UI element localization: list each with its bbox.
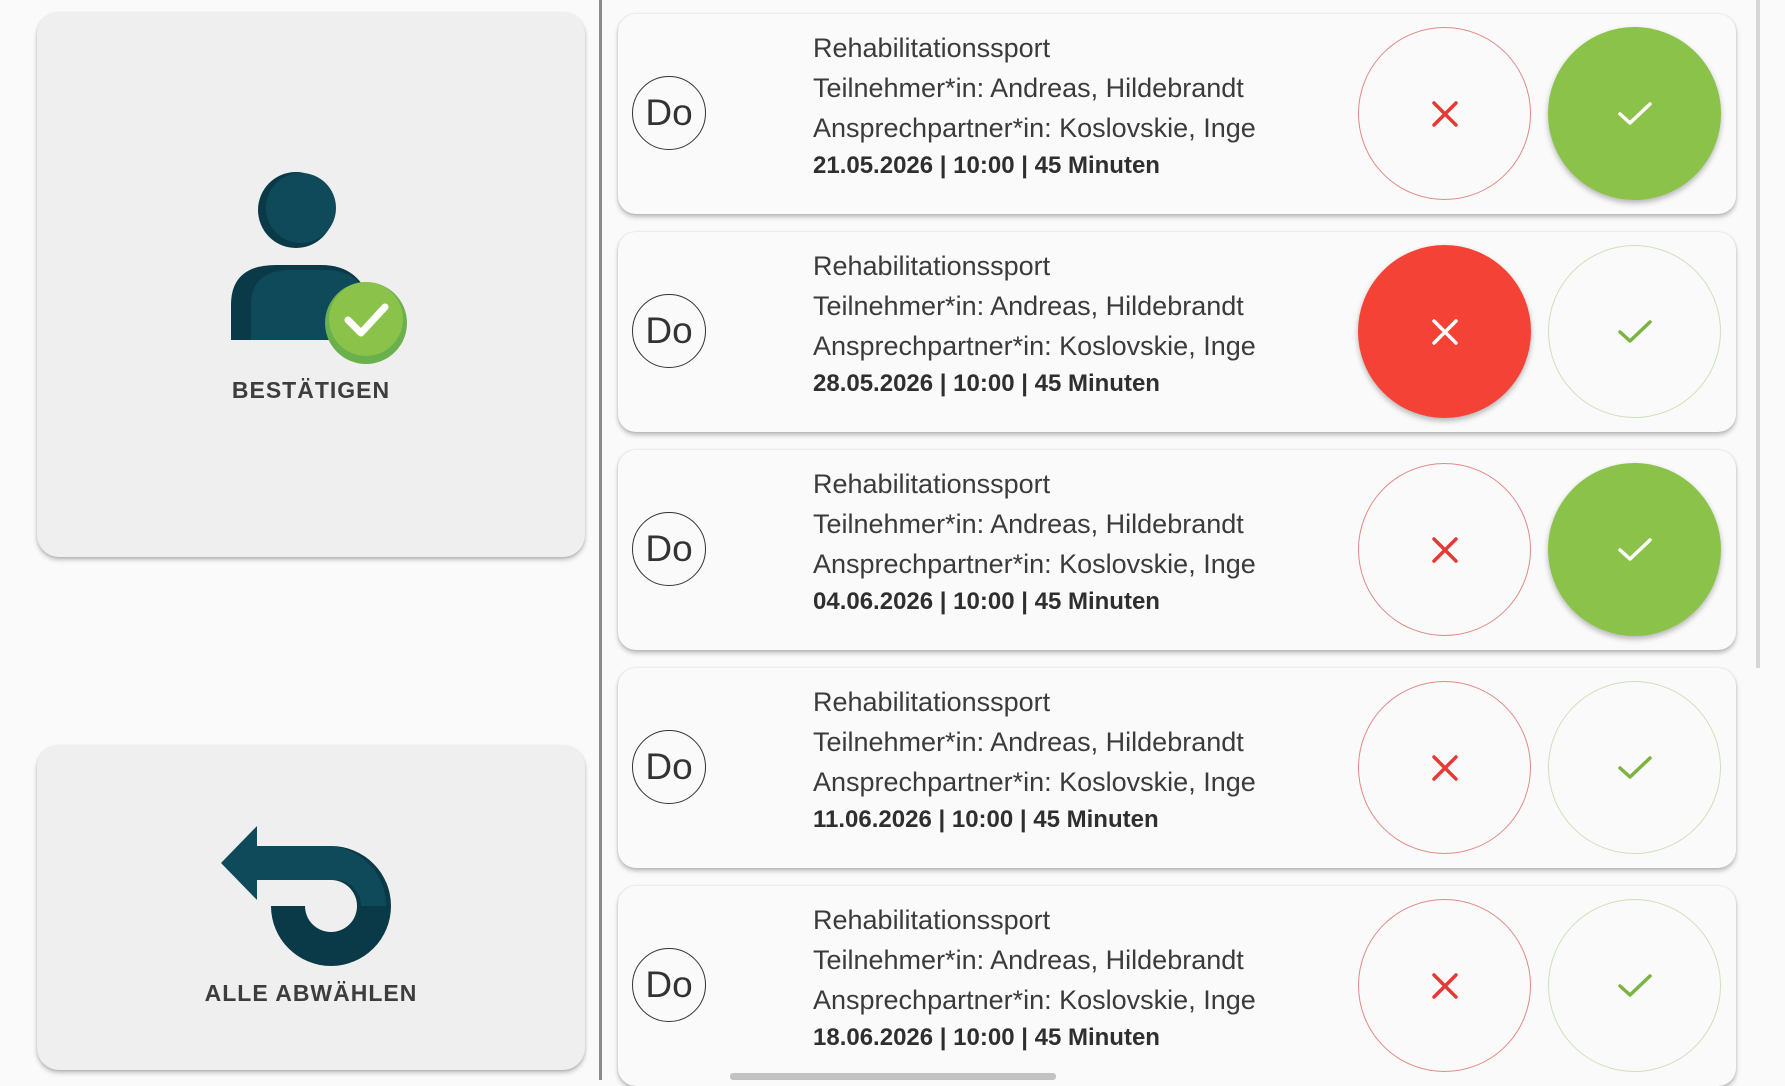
confirm-label: BESTÄTIGEN: [231, 377, 391, 403]
check-icon: [1617, 537, 1652, 561]
deselect-all-button[interactable]: ALLE ABWÄHLEN: [37, 745, 585, 1070]
appointment-details: Rehabilitationssport Teilnehmer*in: Andre…: [813, 28, 1256, 184]
weekday-badge: Do: [632, 512, 706, 586]
appointment-card: Do Rehabilitationssport Teilnehmer*in: And…: [618, 450, 1736, 650]
reject-button[interactable]: [1358, 899, 1531, 1072]
close-icon: [1431, 972, 1458, 999]
check-icon: [1617, 755, 1652, 779]
appointment-title: Rehabilitationssport: [813, 687, 1051, 717]
check-icon: [1617, 101, 1652, 125]
appointment-card: Do Rehabilitationssport Teilnehmer*in: And…: [618, 886, 1736, 1086]
vertical-scrollbar[interactable]: [1756, 0, 1760, 668]
weekday-badge: Do: [632, 294, 706, 368]
appointment-title: Rehabilitationssport: [813, 251, 1051, 281]
appointment-list: Do Rehabilitationssport Teilnehmer*in: And…: [618, 0, 1738, 1086]
close-icon: [1431, 754, 1458, 781]
appointment-datetime: 28.05.2026 | 10:00 | 45 Minuten: [813, 370, 1160, 397]
user-check-icon: [231, 172, 407, 364]
appointment-title: Rehabilitationssport: [813, 469, 1051, 499]
appointment-title: Rehabilitationssport: [813, 33, 1051, 63]
close-icon: [1431, 100, 1458, 127]
participant-text: Teilnehmer*in: Andreas, Hildebrandt: [813, 73, 1244, 103]
accept-button[interactable]: [1548, 245, 1721, 418]
horizontal-scrollbar[interactable]: [730, 1073, 1056, 1080]
contact-text: Ansprechpartner*in: Koslovskie, Inge: [813, 113, 1256, 143]
contact-text: Ansprechpartner*in: Koslovskie, Inge: [813, 767, 1256, 797]
undo-arrow-icon: [221, 826, 391, 966]
weekday-badge: Do: [632, 730, 706, 804]
participant-text: Teilnehmer*in: Andreas, Hildebrandt: [813, 509, 1244, 539]
appointment-details: Rehabilitationssport Teilnehmer*in: Andre…: [813, 682, 1256, 838]
appointment-card: Do Rehabilitationssport Teilnehmer*in: And…: [618, 14, 1736, 214]
panel-divider: [599, 0, 602, 1080]
appointment-datetime: 18.06.2026 | 10:00 | 45 Minuten: [813, 1024, 1160, 1051]
appointment-title: Rehabilitationssport: [813, 905, 1051, 935]
appointment-details: Rehabilitationssport Teilnehmer*in: Andre…: [813, 900, 1256, 1056]
appointment-details: Rehabilitationssport Teilnehmer*in: Andre…: [813, 464, 1256, 620]
appointment-datetime: 21.05.2026 | 10:00 | 45 Minuten: [813, 152, 1160, 179]
contact-text: Ansprechpartner*in: Koslovskie, Inge: [813, 985, 1256, 1015]
accept-button[interactable]: [1548, 681, 1721, 854]
contact-text: Ansprechpartner*in: Koslovskie, Inge: [813, 331, 1256, 361]
reject-button[interactable]: [1358, 463, 1531, 636]
participant-text: Teilnehmer*in: Andreas, Hildebrandt: [813, 945, 1244, 975]
appointment-card: Do Rehabilitationssport Teilnehmer*in: And…: [618, 232, 1736, 432]
check-icon: [1617, 319, 1652, 343]
close-icon: [1431, 318, 1458, 345]
close-icon: [1431, 536, 1458, 563]
deselect-all-label: ALLE ABWÄHLEN: [204, 980, 418, 1006]
appointment-card: Do Rehabilitationssport Teilnehmer*in: And…: [618, 668, 1736, 868]
check-icon: [1617, 973, 1652, 997]
confirm-button[interactable]: BESTÄTIGEN: [37, 12, 585, 557]
appointment-datetime: 11.06.2026 | 10:00 | 45 Minuten: [813, 806, 1159, 833]
weekday-badge: Do: [632, 76, 706, 150]
appointment-datetime: 04.06.2026 | 10:00 | 45 Minuten: [813, 588, 1160, 615]
weekday-badge: Do: [632, 948, 706, 1022]
reject-button[interactable]: [1358, 27, 1531, 200]
appointment-details: Rehabilitationssport Teilnehmer*in: Andre…: [813, 246, 1256, 402]
reject-button[interactable]: [1358, 681, 1531, 854]
action-panel: BESTÄTIGEN ALLE ABWÄHLEN: [0, 0, 600, 1080]
contact-text: Ansprechpartner*in: Koslovskie, Inge: [813, 549, 1256, 579]
accept-button[interactable]: [1548, 27, 1721, 200]
participant-text: Teilnehmer*in: Andreas, Hildebrandt: [813, 727, 1244, 757]
reject-button[interactable]: [1358, 245, 1531, 418]
accept-button[interactable]: [1548, 899, 1721, 1072]
accept-button[interactable]: [1548, 463, 1721, 636]
participant-text: Teilnehmer*in: Andreas, Hildebrandt: [813, 291, 1244, 321]
